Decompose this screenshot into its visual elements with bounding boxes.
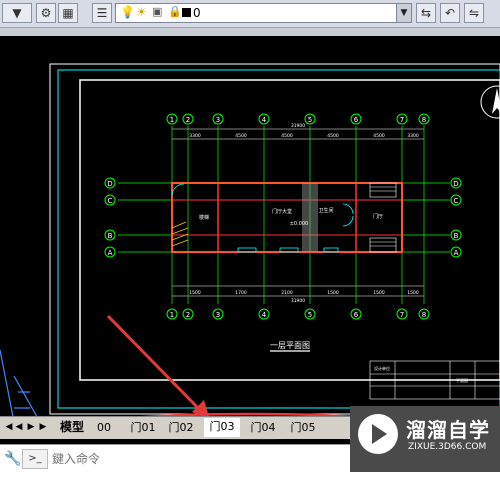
workspace-dropdown[interactable]: ▼ [2, 3, 32, 23]
dim-seg: 1500 [407, 290, 419, 296]
dim-seg: 3300 [407, 133, 419, 139]
chevron-down-icon: ▼ [12, 6, 22, 20]
last-tab-icon[interactable]: ▶ [38, 420, 48, 434]
tab-layout-01[interactable]: 门01 [128, 419, 158, 436]
annotation-arrow [106, 314, 210, 420]
layer-previous-icon[interactable]: ↶ [440, 3, 460, 23]
axis-label: 6 [354, 311, 359, 319]
tab-layout-05[interactable]: 门05 [288, 419, 318, 436]
room-label: 卫生间 [318, 207, 333, 214]
chevron-down-icon[interactable]: ▼ [396, 4, 411, 22]
dim-seg: 4500 [235, 133, 247, 139]
tab-layout-00[interactable]: 00 [92, 419, 116, 436]
top-dimensions [172, 128, 424, 297]
first-tab-icon[interactable]: ◀ [4, 420, 14, 434]
axis-label: 3 [216, 116, 220, 124]
play-logo-icon [358, 414, 398, 454]
north-arrow-icon [492, 88, 500, 114]
lightbulb-icon: 💡 [120, 5, 135, 19]
axis-label: D [107, 180, 112, 188]
watermark-url: ZIXUE.3D66.COM [408, 442, 487, 452]
drawing-canvas[interactable]: 1 2 3 4 5 6 7 8 1 2 3 4 5 6 7 8 D C B A … [0, 36, 500, 440]
dim-seg: 2100 [281, 290, 293, 296]
axis-label: C [454, 197, 459, 205]
titleblock-left: 设计单位 [374, 365, 390, 371]
axis-label: 3 [216, 311, 220, 319]
axis-label: D [453, 180, 458, 188]
dim-total: 31900 [291, 298, 305, 304]
room-label: 楼梯 [199, 214, 209, 221]
layer-states-icon[interactable]: ⇋ [464, 3, 484, 23]
layer-state-icon[interactable]: ▦ [58, 3, 78, 23]
axis-label: 7 [400, 116, 404, 124]
color-swatch-icon [182, 8, 191, 17]
axis-label: C [108, 197, 113, 205]
watermark-logo: 溜溜自学 ZIXUE.3D66.COM [350, 406, 500, 472]
ucs-icon [0, 349, 42, 423]
axis-label: 2 [186, 116, 190, 124]
layer-match-icon[interactable]: ⇆ [416, 3, 436, 23]
axis-label: 4 [262, 311, 267, 319]
tab-model[interactable]: 模型 [58, 419, 86, 436]
next-tab-icon[interactable]: ▶ [26, 420, 36, 434]
plan-drawing: 1 2 3 4 5 6 7 8 1 2 3 4 5 6 7 8 D C B A … [0, 63, 500, 440]
dim-seg: 4500 [327, 133, 339, 139]
toolbar-separator [0, 28, 500, 36]
titleblock-name: 平面图 [456, 377, 468, 383]
axis-label: 8 [422, 311, 426, 319]
dim-seg: 3300 [189, 133, 201, 139]
layer-manager-icon[interactable]: ☰ [92, 3, 112, 23]
axis-label: 8 [422, 116, 426, 124]
axis-label: 1 [170, 116, 174, 124]
dim-seg: 1500 [327, 290, 339, 296]
prev-tab-icon[interactable]: ◀ [14, 420, 24, 434]
dim-seg: 4500 [281, 133, 293, 139]
wrench-icon[interactable]: 🔧 [4, 451, 21, 467]
axis-labels: 1 2 3 4 5 6 7 8 1 2 3 4 5 6 7 8 D C B A … [107, 116, 458, 319]
axis-label: 5 [308, 311, 312, 319]
axis-label: B [454, 232, 459, 240]
sheet-border-inner [57, 69, 500, 409]
layer-dropdown[interactable]: 💡 ☀ ▣ 🔒 0 ▼ [115, 3, 412, 23]
room-label: 门厅大堂 [272, 208, 292, 215]
axis-lines [118, 126, 450, 304]
tab-layout-04[interactable]: 门04 [248, 419, 278, 436]
lock-icon: 🔒 [168, 5, 182, 18]
plan-title: 一层平面图 [270, 341, 310, 350]
dim-seg: 1500 [189, 290, 201, 296]
axis-label: 7 [400, 311, 404, 319]
room-label: 门厅 [373, 213, 383, 220]
stair-left [171, 221, 189, 247]
layer-toolbar: ▼ ⚙ ▦ ☰ 💡 ☀ ▣ 🔒 0 ▼ ⇆ ↶ ⇋ [0, 0, 500, 28]
sheet-border [49, 63, 500, 415]
axis-label: 4 [262, 116, 267, 124]
axis-label: 2 [186, 311, 190, 319]
sun-icon: ☀ [136, 5, 147, 19]
freeze-icon: ▣ [152, 5, 163, 18]
axis-label: 1 [170, 311, 174, 319]
command-prompt-icon[interactable]: >_ [22, 449, 48, 469]
tab-layout-02[interactable]: 门02 [166, 419, 196, 436]
dim-seg: 1500 [373, 290, 385, 296]
tab-layout-03[interactable]: 门03 [204, 418, 240, 437]
dim-seg: 1700 [235, 290, 247, 296]
dim-total: 31900 [291, 123, 305, 129]
command-input[interactable] [50, 448, 354, 470]
axis-label: A [454, 249, 459, 257]
axis-label: A [108, 249, 113, 257]
gear-icon[interactable]: ⚙ [36, 3, 56, 23]
axis-bubbles-top [104, 113, 462, 320]
axis-label: 6 [354, 116, 359, 124]
axis-label: 5 [308, 116, 312, 124]
layer-name-value: 0 [193, 6, 201, 20]
axis-label: B [108, 232, 113, 240]
room-label: ±0.000 [290, 221, 309, 227]
watermark-name: 溜溜自学 [406, 418, 490, 442]
dim-seg: 4500 [373, 133, 385, 139]
